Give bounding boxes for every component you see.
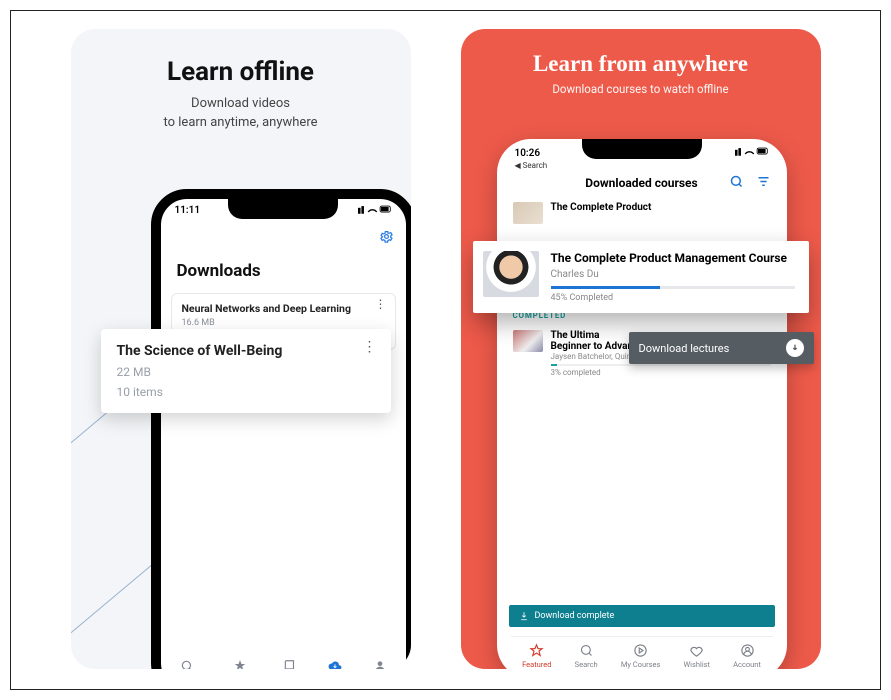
phone-notch [228,197,338,219]
status-icons [735,147,769,159]
back-label: Search [523,161,548,170]
page-title: Downloaded courses [585,176,697,190]
tab-explore[interactable]: Explore [177,659,198,669]
promo-panel-anywhere: Learn from anywhere Download courses to … [461,29,821,669]
tab-recommended[interactable]: Recommended [218,659,262,669]
back-button[interactable]: ◀ Search [497,159,787,172]
course-title: The Complete Product Management Course [551,251,795,267]
tab-label: Wishlist [684,660,710,669]
tab-label: My Courses [621,660,661,669]
panel1-subtitle: Download videos to learn anytime, anywhe… [71,95,411,133]
download-icon[interactable] [786,339,804,357]
tab-featured[interactable]: Featured [522,643,551,669]
course-size: 16.6 MB [182,318,215,328]
progress-label: 3% completed [551,368,771,377]
course-size: 22 MB [117,365,375,379]
panel2-title: Learn from anywhere [461,51,821,77]
download-complete-banner[interactable]: Download complete [509,605,775,627]
status-time: 11:11 [175,205,201,217]
progress-bar [551,364,771,366]
download-card-highlight[interactable]: The Science of Well-Being 22 MB 10 items… [101,329,391,413]
panel2-subtitle: Download courses to watch offline [461,82,821,96]
course-card-highlight[interactable]: The Complete Product Management Course C… [473,241,809,313]
course-thumbnail [513,202,543,224]
more-icon[interactable]: ⋮ [375,302,387,306]
progress-bar [551,286,795,289]
status-icons [358,205,392,217]
settings-icon[interactable] [379,229,394,248]
panel1-title: Learn offline [71,57,411,87]
course-title: The Complete Product [551,202,652,213]
course-row[interactable]: The Complete Product [497,196,787,230]
course-thumbnail [513,330,543,352]
bottom-tabbar: Explore Recommended Learn Downloads Prof… [167,659,400,669]
course-items: 10 items [117,385,375,399]
promo-panel-offline: Learn offline Download videos to learn a… [71,29,411,669]
tab-mycourses[interactable]: My Courses [621,643,661,669]
tab-label: Featured [522,660,551,669]
phone-mockup-2: 10:26 ◀ Search Downloaded courses The Co… [497,139,787,669]
download-lectures-toast[interactable]: Download lectures [629,332,814,364]
banner-label: Download complete [535,611,615,621]
downloads-heading: Downloads [161,217,406,289]
screenshot-frame: Learn offline Download videos to learn a… [10,10,881,690]
tab-label: Account [733,660,761,669]
status-time: 10:26 [515,148,541,159]
course-title: The Science of Well-Being [117,343,375,359]
subtitle-line2: to learn anytime, anywhere [164,115,318,130]
progress-label: 45% Completed [551,293,795,303]
subtitle-line1: Download videos [191,96,290,111]
tab-search[interactable]: Search [575,643,598,669]
tab-account[interactable]: Account [733,643,761,669]
phone-notch [582,139,702,159]
tab-label: Search [575,660,598,669]
course-author: Charles Du [551,269,795,280]
search-icon[interactable] [729,174,744,193]
phone-mockup-1: 11:11 Downloads Neural Networks and Deep… [151,189,411,669]
filter-icon[interactable] [756,174,771,193]
tab-wishlist[interactable]: Wishlist [684,643,710,669]
tab-learn[interactable]: Learn [282,659,298,669]
more-icon[interactable]: ⋮ [363,345,377,349]
tab-profile[interactable]: Profile [371,659,390,669]
instructor-photo [483,251,539,297]
toast-label: Download lectures [639,342,730,355]
tab-downloads[interactable]: Downloads [318,659,350,669]
course-title: Neural Networks and Deep Learning [182,302,385,315]
bottom-tabbar: Featured Search My Courses Wishlist Acco… [511,636,773,669]
